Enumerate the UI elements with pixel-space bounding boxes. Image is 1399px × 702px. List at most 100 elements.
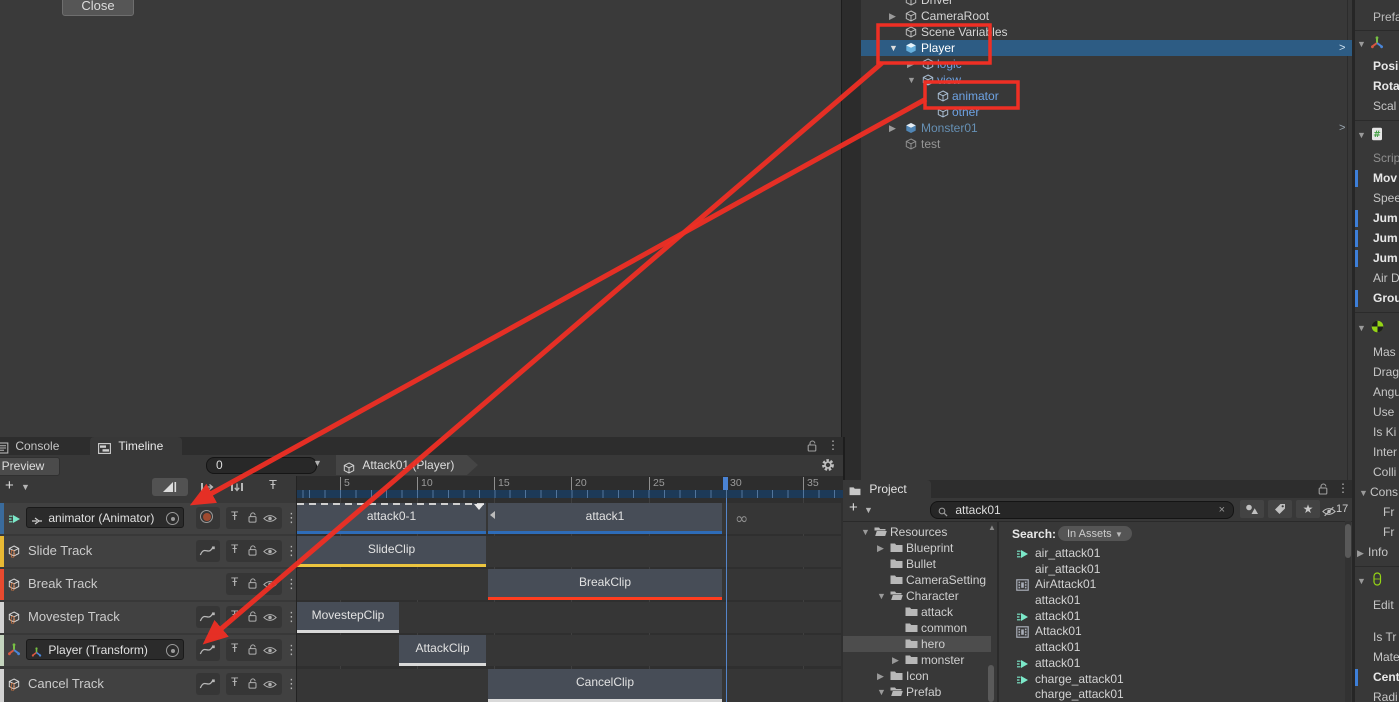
tab-console[interactable]: Console (0, 437, 86, 455)
hierarchy-item-logic[interactable]: ▶ logic (861, 56, 1352, 72)
clip-attack0-1[interactable]: attack0-1 (297, 503, 486, 534)
folder-row-resources[interactable]: ▼ Resources (843, 524, 997, 540)
curves-button[interactable] (196, 606, 220, 628)
clip-cancel[interactable]: CancelClip (488, 669, 722, 702)
panel-menu-icon[interactable]: ⋮ (827, 438, 839, 452)
result-row[interactable]: attack01 (999, 656, 1352, 671)
hierarchy-item-cameraroot[interactable]: ▶ CameraRoot (861, 8, 1352, 24)
gear-icon[interactable] (821, 458, 835, 472)
prefab-open-chevron-icon[interactable]: > (1339, 40, 1345, 56)
lock-icon[interactable] (247, 611, 258, 622)
eye-icon[interactable] (263, 580, 277, 589)
add-track-button[interactable]: + (5, 477, 14, 494)
panel-menu-icon[interactable]: ⋮ (1337, 481, 1349, 495)
result-row[interactable]: charge_attack01 (999, 687, 1352, 702)
results-scrollbar-thumb[interactable] (1345, 524, 1351, 558)
constraints-foldout-icon[interactable]: ▼ (1359, 485, 1368, 501)
track-slide[interactable]: {} Slide Track Ŧ ⋮ (0, 536, 296, 567)
pin-icon[interactable]: Ŧ (231, 575, 238, 589)
track-binding-field[interactable]: Player (Transform) (26, 639, 184, 660)
info-foldout-icon[interactable]: ▶ (1357, 545, 1364, 561)
folder-row-camerasetting[interactable]: CameraSetting (843, 572, 997, 588)
object-picker-icon[interactable] (166, 644, 179, 657)
hierarchy-item-view[interactable]: ▼ view (861, 72, 1352, 88)
search-by-type-button[interactable] (1240, 500, 1264, 518)
hierarchy-item-test[interactable]: test (861, 136, 1352, 152)
eye-icon[interactable] (263, 547, 277, 556)
collapse-arrow-icon[interactable]: ▼ (877, 588, 886, 604)
tree-scrollbar-thumb[interactable] (988, 665, 994, 702)
folder-row-icon[interactable]: ▶ Icon (843, 668, 997, 684)
tracks-clips-divider[interactable] (296, 476, 297, 702)
hierarchy-item-player[interactable]: ▼ Player > (861, 40, 1352, 56)
component-foldout-icon[interactable]: ▼ (1357, 36, 1366, 52)
pin-icon[interactable]: Ŧ (231, 509, 238, 523)
lock-icon[interactable] (1317, 483, 1329, 495)
create-asset-button[interactable]: + (849, 499, 858, 516)
hierarchy-item-driver[interactable]: Driver (861, 0, 1352, 8)
frame-field[interactable]: 0 (206, 457, 317, 474)
marker-toggle-button[interactable]: Ŧ (260, 477, 286, 495)
curves-toggle-button[interactable] (152, 478, 188, 496)
search-by-label-button[interactable] (1268, 500, 1292, 518)
track-cancel[interactable]: {} Cancel Track Ŧ ⋮ (0, 669, 296, 702)
result-row[interactable]: charge_attack01 (999, 672, 1352, 687)
record-button[interactable] (196, 507, 220, 529)
timeline-breadcrumb[interactable]: Attack01 (Player) (336, 455, 478, 475)
mix-mode-button[interactable] (194, 478, 220, 496)
folder-row-prefab[interactable]: ▼ Prefab (843, 684, 997, 700)
folder-row-monster[interactable]: ▶ monster (843, 652, 997, 668)
collapse-arrow-icon[interactable]: ▼ (861, 524, 870, 540)
expand-arrow-icon[interactable]: ▶ (907, 56, 914, 72)
clear-search-icon[interactable]: × (1219, 502, 1225, 518)
project-search-field[interactable]: attack01 × (930, 501, 1234, 519)
eye-icon[interactable] (263, 646, 277, 655)
tab-timeline[interactable]: Timeline (90, 437, 182, 455)
expand-arrow-icon[interactable]: ▶ (889, 8, 896, 24)
lock-icon[interactable] (247, 578, 258, 589)
track-lane[interactable] (297, 635, 841, 666)
create-asset-dropdown-icon[interactable]: ▼ (864, 505, 873, 515)
tree-scroll-up-icon[interactable]: ▲ (988, 523, 996, 532)
lock-icon[interactable] (247, 678, 258, 689)
lock-icon[interactable] (806, 440, 818, 452)
prefab-open-chevron-icon[interactable]: > (1339, 120, 1345, 136)
clip-attack1[interactable]: attack1 (488, 503, 722, 534)
curves-button[interactable] (196, 639, 220, 661)
collapse-arrow-icon[interactable]: ▼ (877, 684, 886, 700)
result-row[interactable]: Attack01 (999, 624, 1352, 639)
tab-project[interactable]: Project (843, 480, 931, 498)
result-row[interactable]: AirAttack01 (999, 577, 1352, 592)
folder-row-attack[interactable]: attack (843, 604, 997, 620)
folder-row-character[interactable]: ▼ Character (843, 588, 997, 604)
component-foldout-icon[interactable]: ▼ (1357, 127, 1366, 143)
component-foldout-icon[interactable]: ▼ (1357, 573, 1366, 589)
eye-icon[interactable] (263, 514, 277, 523)
hierarchy-item-scene-variables[interactable]: Scene Variables (861, 24, 1352, 40)
track-break[interactable]: {} Break Track Ŧ ⋮ (0, 569, 296, 600)
hierarchy-item-other[interactable]: other (861, 104, 1352, 120)
expand-arrow-icon[interactable]: ▶ (877, 540, 884, 556)
folder-row-blueprint[interactable]: ▶ Blueprint (843, 540, 997, 556)
folder-row-hero[interactable]: hero (843, 636, 991, 652)
hidden-count-button[interactable]: 17 (1322, 500, 1352, 518)
pin-icon[interactable]: Ŧ (231, 542, 238, 556)
expand-arrow-icon[interactable]: ▶ (889, 120, 896, 136)
track-binding-field[interactable]: animator (Animator) (26, 507, 184, 528)
clip-attackclip[interactable]: AttackClip (399, 635, 486, 666)
object-picker-icon[interactable] (166, 512, 179, 525)
pin-icon[interactable]: Ŧ (231, 641, 238, 655)
lock-icon[interactable] (247, 644, 258, 655)
ripple-mode-button[interactable] (224, 478, 250, 496)
result-row[interactable]: air_attack01 (999, 546, 1352, 561)
pin-icon[interactable]: Ŧ (231, 675, 238, 689)
pin-icon[interactable]: Ŧ (231, 608, 238, 622)
track-animator[interactable]: animator (Animator) Ŧ ⋮ (0, 503, 296, 534)
lock-icon[interactable] (247, 512, 258, 523)
collapse-arrow-icon[interactable]: ▼ (907, 72, 916, 88)
clip-movestep[interactable]: MovestepClip (297, 602, 399, 633)
clip-slide[interactable]: SlideClip (297, 536, 486, 567)
eye-icon[interactable] (263, 680, 277, 689)
clip-break[interactable]: BreakClip (488, 569, 722, 600)
result-row[interactable]: air_attack01 (999, 562, 1352, 577)
